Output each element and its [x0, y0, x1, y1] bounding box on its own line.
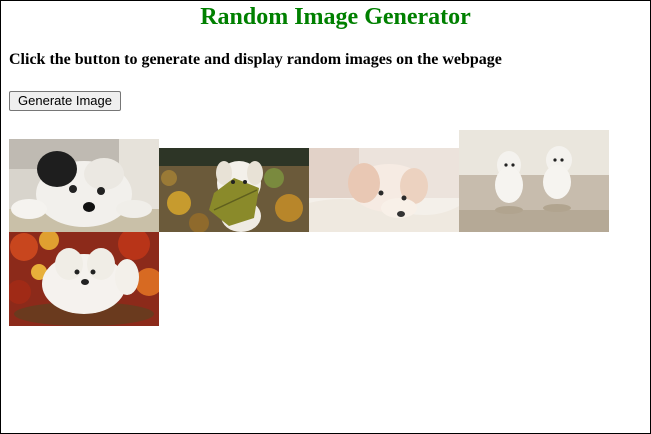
- random-image-5: [9, 232, 159, 326]
- random-image-4: [459, 130, 609, 232]
- page-title: Random Image Generator: [200, 4, 471, 30]
- page-frame: Random Image Generator Click the button …: [0, 0, 651, 434]
- random-image-1: [9, 139, 159, 232]
- random-image-3: [309, 148, 459, 232]
- generate-image-button[interactable]: Generate Image: [9, 91, 121, 111]
- random-image-2: [159, 148, 309, 232]
- page-description: Click the button to generate and display…: [9, 51, 502, 68]
